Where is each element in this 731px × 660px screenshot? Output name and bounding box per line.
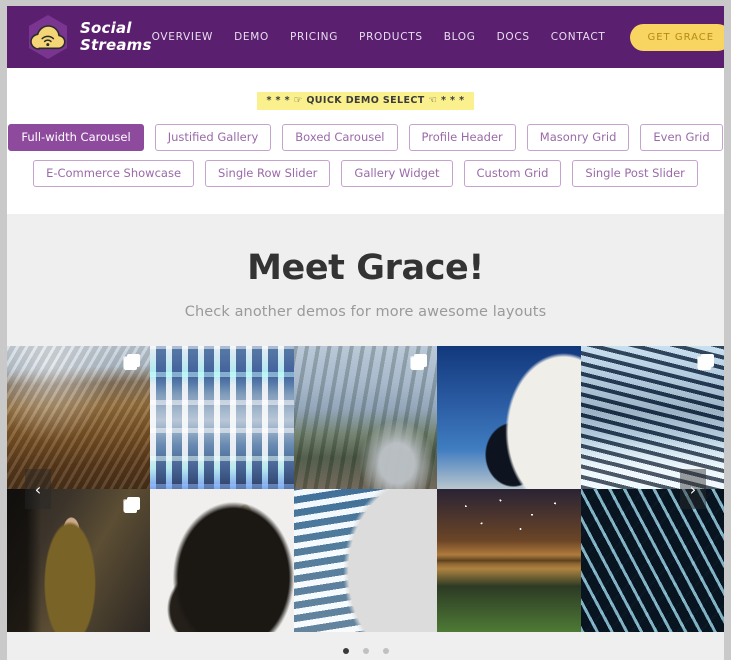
- site-header: Social Streams OVERVIEW DEMO PRICING PRO…: [7, 6, 724, 68]
- demo-chip-profile-header[interactable]: Profile Header: [408, 124, 516, 151]
- multiple-photos-icon: [697, 354, 714, 371]
- brand-name: Social Streams: [80, 20, 152, 54]
- photo-image: [580, 489, 724, 632]
- photo-tile[interactable]: [293, 346, 438, 489]
- photo-image: [437, 489, 581, 632]
- nav-item-demo[interactable]: DEMO: [234, 31, 269, 43]
- photo-tile[interactable]: [7, 489, 151, 632]
- cloud-wifi-icon: [28, 21, 68, 53]
- quick-demo-select-label: * * * ☞ QUICK DEMO SELECT ☜ * * *: [257, 92, 474, 110]
- photo-tile[interactable]: [293, 489, 438, 632]
- photo-image: [437, 346, 581, 489]
- nav-item-overview[interactable]: OVERVIEW: [152, 31, 214, 43]
- nav-item-pricing[interactable]: PRICING: [290, 31, 338, 43]
- brand-line-2: Streams: [80, 36, 152, 54]
- demo-chip-row-2: E-Commerce Showcase Single Row Slider Ga…: [17, 160, 714, 187]
- nav-item-docs[interactable]: DOCS: [497, 31, 530, 43]
- chevron-left-icon: ‹: [34, 479, 42, 499]
- demo-chip-custom-grid[interactable]: Custom Grid: [463, 160, 562, 187]
- photo-image: [150, 346, 294, 489]
- photo-carousel: ‹ ›: [7, 346, 724, 660]
- chevron-right-icon: ›: [689, 479, 697, 499]
- page-subtitle: Check another demos for more awesome lay…: [184, 304, 547, 320]
- brand-mark: [25, 12, 71, 62]
- photo-tile[interactable]: [437, 489, 581, 632]
- photo-tile[interactable]: [150, 489, 294, 632]
- quick-demo-select-section: * * * ☞ QUICK DEMO SELECT ☜ * * * Full-w…: [7, 68, 724, 214]
- nav-item-blog[interactable]: BLOG: [444, 31, 476, 43]
- demo-chip-gallery-widget[interactable]: Gallery Widget: [341, 160, 453, 187]
- brand-line-1: Social: [80, 19, 132, 37]
- carousel-dot-3[interactable]: [382, 648, 389, 654]
- multiple-photos-icon: [410, 354, 428, 371]
- brand-logo[interactable]: Social Streams: [25, 12, 152, 62]
- demo-chip-single-row-slider[interactable]: Single Row Slider: [205, 160, 331, 187]
- page-title: Meet Grace!: [247, 248, 484, 288]
- hero-section: Meet Grace! Check another demos for more…: [7, 214, 724, 346]
- demo-chip-masonry-grid[interactable]: Masonry Grid: [526, 124, 630, 151]
- demo-chip-full-width-carousel[interactable]: Full-width Carousel: [8, 124, 144, 151]
- photo-tile[interactable]: [437, 346, 581, 489]
- carousel-dot-1[interactable]: [342, 648, 349, 654]
- photo-tile[interactable]: [7, 346, 151, 489]
- demo-chip-even-grid[interactable]: Even Grid: [640, 124, 723, 151]
- multiple-photos-icon: [123, 354, 141, 371]
- photo-tile[interactable]: [150, 346, 294, 489]
- demo-chip-single-post-slider[interactable]: Single Post Slider: [572, 160, 698, 187]
- carousel-dot-2[interactable]: [362, 648, 369, 654]
- get-grace-button[interactable]: GET GRACE: [630, 23, 724, 51]
- main-navigation: OVERVIEW DEMO PRICING PRODUCTS BLOG DOCS…: [152, 23, 724, 51]
- demo-chip-justified-gallery[interactable]: Justified Gallery: [154, 124, 272, 151]
- photo-tile[interactable]: [580, 489, 724, 632]
- carousel-pagination: [7, 648, 724, 654]
- multiple-photos-icon: [123, 497, 141, 514]
- demo-chip-row-1: Full-width Carousel Justified Gallery Bo…: [8, 124, 723, 151]
- photo-image: [293, 489, 438, 632]
- carousel-prev-button[interactable]: ‹: [25, 469, 51, 509]
- photo-image: [150, 489, 294, 632]
- demo-chip-rows: Full-width Carousel Justified Gallery Bo…: [8, 124, 723, 187]
- demo-chip-boxed-carousel[interactable]: Boxed Carousel: [282, 124, 398, 151]
- nav-item-contact[interactable]: CONTACT: [551, 31, 606, 43]
- photo-grid: [7, 346, 724, 632]
- nav-item-products[interactable]: PRODUCTS: [359, 31, 423, 43]
- page-root: Social Streams OVERVIEW DEMO PRICING PRO…: [0, 0, 731, 660]
- carousel-next-button[interactable]: ›: [680, 469, 706, 509]
- demo-chip-ecommerce-showcase[interactable]: E-Commerce Showcase: [33, 160, 195, 187]
- photo-tile[interactable]: [580, 346, 724, 489]
